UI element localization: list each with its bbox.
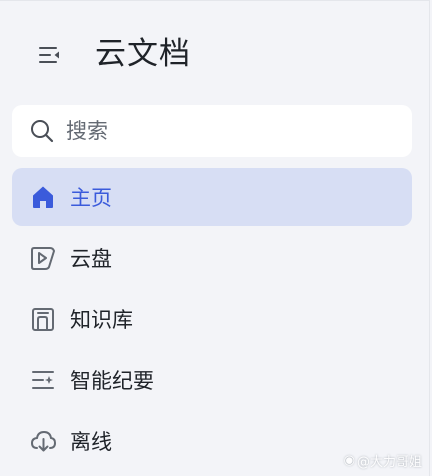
sidebar: 云文档 主页 云盘 — [0, 0, 430, 476]
sidebar-nav: 主页 云盘 知识库 智能纪要 离线 — [12, 168, 412, 473]
sidebar-collapse-icon — [39, 47, 59, 63]
sidebar-header: 云文档 — [0, 29, 429, 81]
sidebar-item-label: 离线 — [70, 430, 112, 454]
search-box[interactable] — [12, 105, 412, 157]
sidebar-item-cloud-drive[interactable]: 云盘 — [12, 229, 412, 287]
watermark-text: @大力哥姐 — [356, 455, 422, 470]
sidebar-item-smart-minutes[interactable]: 智能纪要 — [12, 351, 412, 409]
sidebar-item-label: 主页 — [70, 186, 112, 210]
sidebar-item-home[interactable]: 主页 — [12, 168, 412, 226]
collapse-sidebar-button[interactable] — [33, 41, 67, 69]
sidebar-item-label: 智能纪要 — [70, 369, 154, 393]
home-icon — [28, 182, 58, 212]
smart-minutes-icon — [28, 365, 58, 395]
knowledge-base-icon — [28, 304, 58, 334]
sidebar-item-knowledge-base[interactable]: 知识库 — [12, 290, 412, 348]
search-icon — [31, 120, 54, 143]
cloud-drive-icon — [28, 243, 58, 273]
search-input[interactable] — [66, 119, 366, 143]
page-title: 云文档 — [95, 36, 191, 72]
weibo-icon: ◉ — [343, 453, 355, 468]
offline-download-icon — [28, 426, 58, 456]
sidebar-item-label: 知识库 — [70, 308, 133, 332]
sidebar-item-label: 云盘 — [70, 247, 112, 271]
watermark: ◉ @大力哥姐 — [344, 451, 422, 470]
